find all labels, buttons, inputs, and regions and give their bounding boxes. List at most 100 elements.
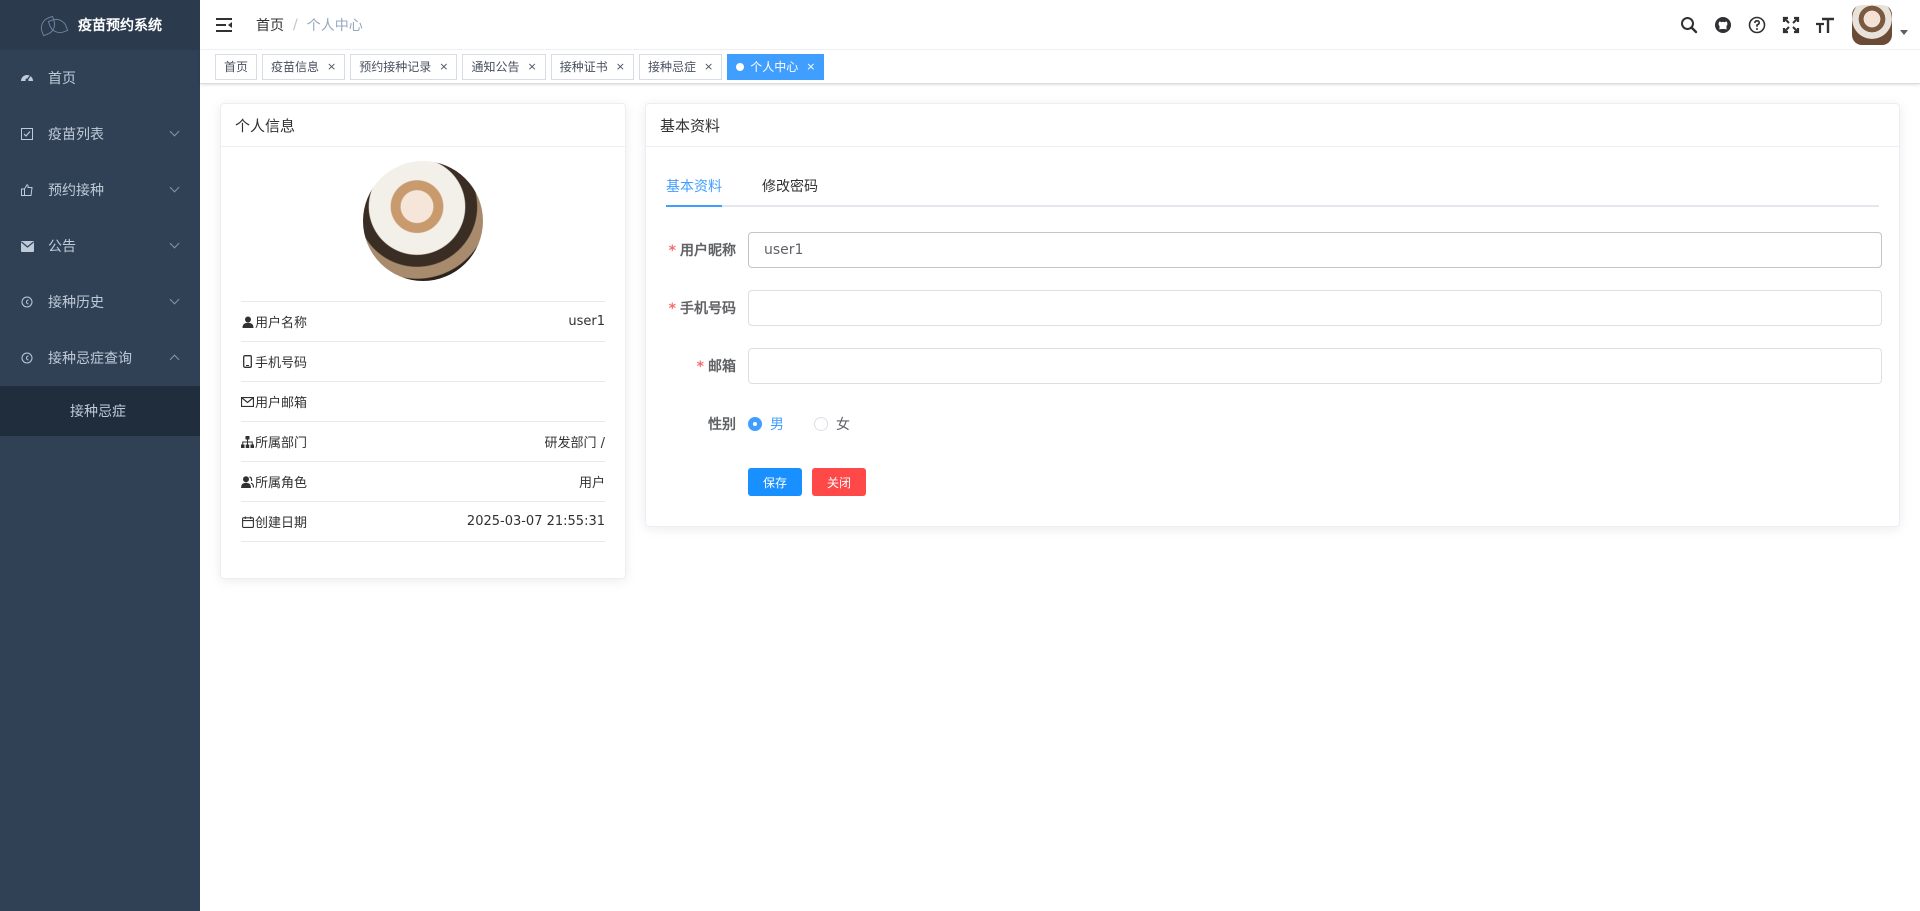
required-mark: *	[668, 301, 676, 317]
form-row-actions: 保存 关闭	[646, 453, 1899, 511]
gender-radio-male[interactable]: 男	[748, 414, 784, 434]
basic-info-card: 基本资料 基本资料 修改密码 * 用户昵称 user1 * 手机号码 * 邮箱 性别	[645, 103, 1900, 527]
tag-label: 疫苗信息	[271, 59, 320, 74]
search-icon[interactable]	[1679, 15, 1699, 35]
breadcrumb-current: 个人中心	[306, 17, 363, 34]
tabs: 基本资料 修改密码	[666, 167, 1879, 207]
info-value: 用户	[578, 476, 605, 491]
sidebar-item-appointment[interactable]: 预约接种	[0, 162, 200, 218]
nickname-input[interactable]: user1	[748, 232, 1882, 268]
sidebar-item-vaccine-list[interactable]: 疫苗列表	[0, 106, 200, 162]
sidebar-item-label: 接种忌症查询	[48, 351, 132, 367]
sidebar-item-label: 接种历史	[48, 295, 104, 311]
info-label: 用户名称	[255, 316, 308, 331]
navbar-right-menu	[1672, 0, 1920, 50]
tag-label: 个人中心	[750, 59, 799, 74]
tag-label: 预约接种记录	[359, 59, 432, 74]
sidebar-item-label: 疫苗列表	[48, 127, 104, 143]
info-label: 手机号码	[255, 356, 308, 371]
list-item: 所属角色 用户	[241, 462, 605, 502]
font-size-icon[interactable]	[1815, 15, 1835, 35]
chevron-up-icon	[169, 354, 180, 365]
sidebar-item-label: 首页	[48, 71, 76, 87]
radio-checked-icon	[748, 417, 762, 431]
form-row-email: * 邮箱	[646, 337, 1899, 395]
phone-input[interactable]	[748, 290, 1882, 326]
history-icon	[20, 295, 34, 309]
profile-form: * 用户昵称 user1 * 手机号码 * 邮箱 性别 男 女 保存 关闭	[646, 221, 1899, 511]
peoples-icon	[241, 475, 254, 488]
gender-radio-female[interactable]: 女	[814, 414, 850, 434]
logo-icon	[38, 16, 68, 34]
caret-down-icon[interactable]	[1900, 29, 1908, 35]
required-mark: *	[668, 243, 676, 259]
profile-avatar[interactable]	[363, 161, 483, 281]
info-value: 研发部门 /	[544, 436, 605, 451]
main-area: 首页 / 个人中心 首页 疫苗信息 × 预约接种记录 × 通知公告 × 接种证书…	[200, 0, 1920, 911]
date-icon	[241, 515, 254, 528]
sidebar-item-contraindication-query[interactable]: 接种忌症查询	[0, 330, 200, 386]
tag-certificate[interactable]: 接种证书 ×	[550, 53, 634, 80]
user-icon	[241, 315, 254, 328]
mail-icon	[20, 239, 34, 253]
sidebar-item-notice[interactable]: 公告	[0, 218, 200, 274]
info-label: 所属部门	[255, 436, 308, 451]
tag-profile[interactable]: 个人中心 ×	[727, 53, 825, 80]
tag-label: 通知公告	[471, 59, 520, 74]
list-item: 用户名称 user1	[241, 302, 605, 342]
tree-icon	[241, 435, 254, 448]
sidebar-item-label: 公告	[48, 239, 76, 255]
close-icon[interactable]: ×	[528, 55, 537, 79]
chevron-down-icon	[169, 182, 180, 193]
close-icon[interactable]: ×	[439, 55, 448, 79]
github-icon[interactable]	[1713, 15, 1733, 35]
question-icon[interactable]	[1747, 15, 1767, 35]
tag-notice[interactable]: 通知公告 ×	[462, 53, 546, 80]
close-icon[interactable]: ×	[806, 55, 815, 79]
hamburger-icon[interactable]	[216, 17, 232, 32]
breadcrumb: 首页 / 个人中心	[256, 15, 363, 35]
sidebar: 疫苗预约系统 首页 疫苗列表 预约接种 公告 接种历史 接种忌症查询 接种忌症	[0, 0, 200, 911]
sidebar-logo[interactable]: 疫苗预约系统	[0, 0, 200, 50]
user-avatar[interactable]	[1852, 5, 1892, 45]
fullscreen-icon[interactable]	[1781, 15, 1801, 35]
info-label: 所属角色	[255, 476, 308, 491]
basic-info-card-title: 基本资料	[646, 104, 1899, 147]
close-icon[interactable]: ×	[327, 55, 336, 79]
info-value: 2025-03-07 21:55:31	[466, 514, 605, 529]
chevron-down-icon	[169, 126, 180, 137]
tag-home[interactable]: 首页	[215, 53, 258, 80]
close-button[interactable]: 关闭	[812, 468, 867, 496]
profile-card: 个人信息 用户名称 user1 手机号码 用户邮箱 所属部门 研发部门 / 所属…	[220, 103, 626, 579]
breadcrumb-home[interactable]: 首页	[256, 15, 284, 35]
info-value: user1	[568, 314, 605, 329]
email-label-text: 邮箱	[708, 359, 736, 375]
sidebar-subitem-label: 接种忌症	[70, 404, 126, 420]
sidebar-item-home[interactable]: 首页	[0, 50, 200, 106]
sidebar-subitem-contraindication[interactable]: 接种忌症	[0, 386, 200, 436]
list-item: 手机号码	[241, 342, 605, 382]
dashboard-icon	[20, 71, 34, 85]
form-row-gender: 性别 男 女	[646, 395, 1899, 453]
tag-contraindication[interactable]: 接种忌症 ×	[638, 53, 723, 80]
form-row-nickname: * 用户昵称 user1	[646, 221, 1899, 279]
sidebar-item-history[interactable]: 接种历史	[0, 274, 200, 330]
tag-vaccine-info[interactable]: 疫苗信息 ×	[262, 53, 346, 80]
checkbox-icon	[20, 127, 34, 141]
save-button[interactable]: 保存	[748, 468, 803, 496]
phone-icon	[241, 355, 254, 368]
tag-label: 首页	[224, 59, 249, 74]
tab-change-password[interactable]: 修改密码	[762, 167, 818, 205]
list-item: 所属部门 研发部门 /	[241, 422, 605, 462]
close-icon[interactable]: ×	[616, 55, 625, 79]
radio-unchecked-icon	[814, 417, 828, 431]
tag-label: 接种证书	[559, 59, 608, 74]
tab-basic-info[interactable]: 基本资料	[666, 167, 722, 207]
profile-card-title: 个人信息	[221, 104, 625, 147]
close-icon[interactable]: ×	[704, 55, 713, 79]
email-input[interactable]	[748, 348, 1882, 384]
query-icon	[20, 351, 34, 365]
tag-appointment-records[interactable]: 预约接种记录 ×	[350, 53, 458, 80]
breadcrumb-separator: /	[293, 16, 298, 33]
thumb-icon	[20, 183, 34, 197]
